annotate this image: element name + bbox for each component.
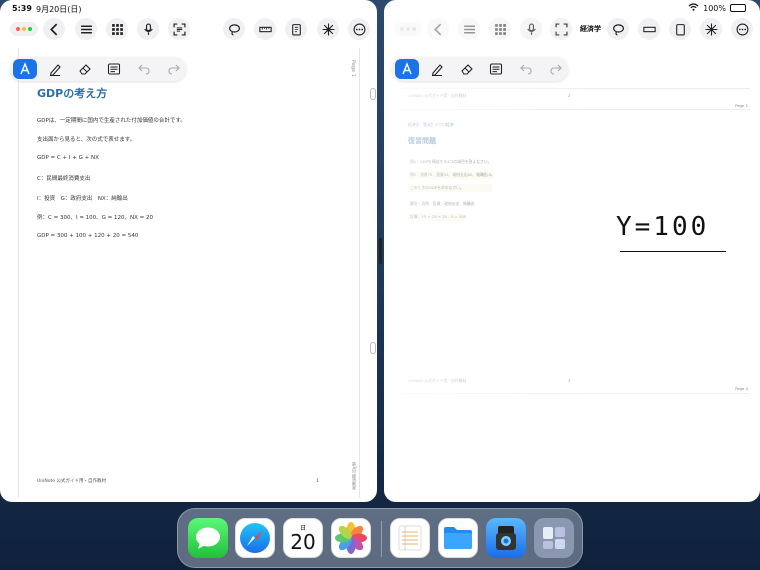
handwritten-answer[interactable]: Y=100 <box>616 212 709 242</box>
page-label: Page 1 <box>350 60 356 77</box>
battery-icon <box>730 4 746 12</box>
messages-app-icon[interactable] <box>188 518 228 558</box>
page-label: Page 1 <box>735 103 748 108</box>
status-date: 9月20日(日) <box>36 5 82 14</box>
dock-divider <box>381 521 382 557</box>
note-line: 例：C = 300、I = 100、G = 120、NX = 20 <box>37 215 154 221</box>
list-icon[interactable] <box>458 18 480 40</box>
more-icon[interactable] <box>348 18 370 40</box>
window-controls[interactable] <box>10 22 38 36</box>
grid-icon[interactable] <box>106 18 128 40</box>
files-app-icon[interactable] <box>438 518 478 558</box>
handwritten-underline <box>620 251 726 252</box>
pencil-tool-button[interactable] <box>43 59 67 79</box>
note-line: 計算：75 + 15 + 20 - 5 = 105 <box>408 213 467 221</box>
microphone-icon[interactable] <box>520 18 542 40</box>
eraser-tool-button[interactable] <box>73 59 97 79</box>
page-edge-tab[interactable] <box>370 342 376 354</box>
note-line: C：民間最終消費支出 <box>37 176 91 182</box>
section-label: 経済学｜第4回 マクロ経済 <box>408 122 454 127</box>
notebook-title: 経済学 <box>580 25 601 33</box>
note-page[interactable]: Page 1 GDPの考え方 GDPは、一定期間に国内で生産された付加価値の合計… <box>18 48 360 498</box>
notes-app-icon[interactable] <box>390 518 430 558</box>
more-icon[interactable] <box>731 18 753 40</box>
section-heading: 復習問題 <box>408 137 436 145</box>
pen-tool-button[interactable] <box>13 59 37 79</box>
battery-percent: 100% <box>703 3 726 13</box>
note-line: 問1：GDPを構成する4つの項目を答えなさい。 <box>410 159 492 164</box>
note-line: 解答：消費、投資、政府支出、純輸出 <box>410 201 475 206</box>
grid-icon[interactable] <box>489 18 511 40</box>
status-time: 5:39 <box>12 4 32 13</box>
note-page[interactable]: UniNote 公式ガイド用・自作教材 2 Page 1 <box>398 88 750 110</box>
calendar-app-icon[interactable]: 日 20 <box>283 518 323 558</box>
scan-icon[interactable] <box>168 18 190 40</box>
note-title: GDPの考え方 <box>37 87 108 100</box>
undo-button[interactable] <box>514 59 538 79</box>
note-line: GDP = C + I + G + NX <box>37 155 99 161</box>
wifi-icon <box>688 3 699 13</box>
list-icon[interactable] <box>75 18 97 40</box>
page-footer: UniNote 公式ガイド用・自作教材 <box>37 479 106 484</box>
safari-app-icon[interactable] <box>235 518 275 558</box>
redo-button[interactable] <box>544 59 568 79</box>
page-header: UniNote 公式ガイド用・自作教材 <box>408 93 467 98</box>
note-line: I：投資 G：政府支出 NX：純輸出 <box>37 196 128 202</box>
clipboard-icon[interactable] <box>285 18 307 40</box>
page-footer: UniNote 公式ガイド用・自作教材 <box>408 378 467 383</box>
right-toolbar: 経済学 <box>384 18 760 44</box>
left-toolbar <box>0 18 377 44</box>
note-line: GDP = 300 + 100 + 120 + 20 = 540 <box>37 233 139 239</box>
window-controls[interactable] <box>394 22 422 36</box>
note-line: 問2：消費75、投資15、政府支出20、純輸出-5。 <box>408 171 496 179</box>
redo-button[interactable] <box>162 59 186 79</box>
preview-app-icon[interactable] <box>486 518 526 558</box>
page-number: 2 <box>568 93 571 98</box>
ruler-icon[interactable] <box>638 18 660 40</box>
split-view-handle[interactable] <box>379 238 382 264</box>
undo-button[interactable] <box>132 59 156 79</box>
text-tool-button[interactable] <box>484 59 508 79</box>
ruler-icon[interactable] <box>254 18 276 40</box>
calendar-date: 20 <box>290 529 316 554</box>
eraser-tool-button[interactable] <box>455 59 479 79</box>
text-tool-button[interactable] <box>102 59 126 79</box>
pen-toolbar <box>10 57 186 81</box>
left-app-window[interactable]: Page 1 GDPの考え方 GDPは、一定期間に国内で生産された付加価値の合計… <box>0 0 377 502</box>
page-edge-tab[interactable] <box>370 88 376 100</box>
lasso-icon[interactable] <box>607 18 629 40</box>
lasso-icon[interactable] <box>223 18 245 40</box>
note-line: このときのGDPを求めなさい。 <box>408 184 492 192</box>
note-page[interactable]: 経済学｜第4回 マクロ経済 復習問題 問1：GDPを構成する4つの項目を答えなさ… <box>398 114 750 394</box>
pencil-tool-button[interactable] <box>425 59 449 79</box>
laser-icon[interactable] <box>317 18 339 40</box>
laser-icon[interactable] <box>700 18 722 40</box>
back-chevron-icon[interactable] <box>427 18 449 40</box>
app-library-icon[interactable] <box>534 518 574 558</box>
status-bar: 5:39 9月20日(日) 100% <box>0 0 760 16</box>
pen-tool-button[interactable] <box>395 59 419 79</box>
back-chevron-icon[interactable] <box>43 18 65 40</box>
dock: 日 20 <box>177 508 583 568</box>
page-label: Page 4 <box>735 386 748 391</box>
photos-app-icon[interactable] <box>331 518 371 558</box>
page-number: 3 <box>568 378 571 383</box>
pen-toolbar <box>392 57 568 81</box>
clipboard-icon[interactable] <box>669 18 691 40</box>
status-right: 100% <box>688 3 746 13</box>
note-line: GDPは、一定期間に国内で生産された付加価値の合計です。 <box>37 118 186 124</box>
microphone-icon[interactable] <box>137 18 159 40</box>
scan-icon[interactable] <box>550 18 572 40</box>
page-number: 1 <box>316 479 319 484</box>
note-line: 支出面から見ると、次の式で表せます。 <box>37 137 136 143</box>
side-label: 第3回 経済教室 <box>352 462 357 490</box>
right-app-window[interactable]: 経済学 UniNote 公式ガイド用・自作教材 2 Page 1 経済学｜第4回… <box>384 0 760 502</box>
